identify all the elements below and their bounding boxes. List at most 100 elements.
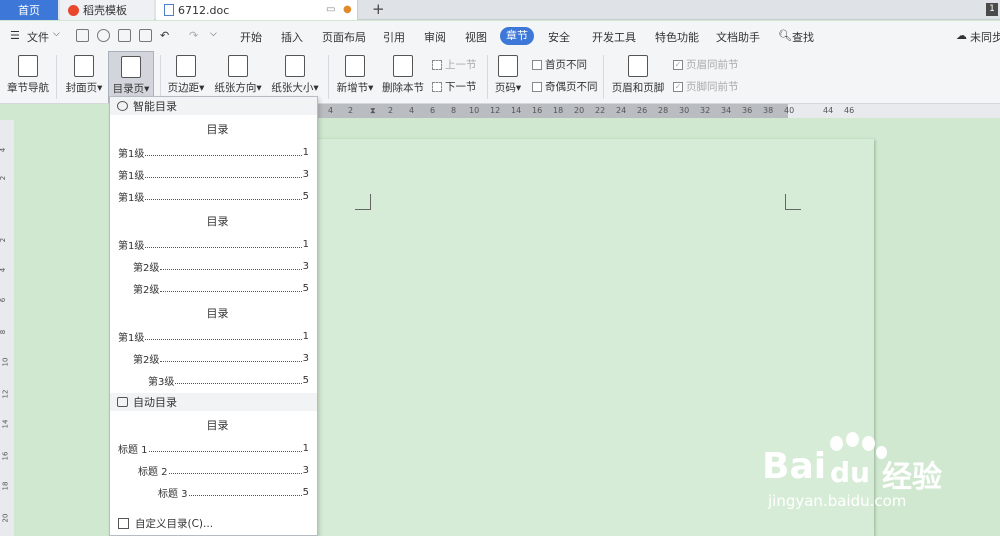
menu-insert[interactable]: 插入 [281, 29, 303, 45]
cover-page-button[interactable]: 封面页▾ [63, 51, 105, 103]
ruler-tick: 34 [721, 106, 732, 115]
chapter-nav-button[interactable]: 章节导航 [6, 51, 50, 103]
first-page-diff-checkbox[interactable]: 首页不同 [532, 57, 587, 72]
toc-entry: 第1级 5 [118, 185, 317, 207]
menu-view[interactable]: 视图 [465, 29, 487, 45]
menu-features[interactable]: 特色功能 [655, 29, 699, 45]
footer-same-prev-checkbox[interactable]: ✓ 页脚同前节 [673, 79, 739, 94]
ruler-tick: 14 [511, 106, 522, 115]
menu-chapter[interactable]: 章节 [500, 27, 534, 45]
new-section-button[interactable]: 新增节▾ [334, 51, 376, 103]
page-number-label: 页码 [494, 82, 516, 94]
redo-icon[interactable]: ↷ [189, 29, 198, 42]
toc-entry-text: 标题 1 [118, 444, 148, 456]
menu-page-layout[interactable]: 页面布局 [322, 29, 366, 45]
menu-start[interactable]: 开始 [240, 29, 262, 45]
next-section-button[interactable]: 下一节 [432, 79, 477, 94]
ruler-tick: 44 [823, 106, 834, 115]
toc-entry: 标题 3 5 [118, 481, 317, 503]
auto-toc-option[interactable]: 目录 标题 1 1 标题 2 3 标题 3 5 [110, 417, 317, 503]
toc-entry-page: 1 [302, 442, 309, 454]
monitor-icon[interactable]: ▭ [326, 4, 335, 15]
delete-section-button[interactable]: 删除本节 [381, 51, 425, 103]
print-icon[interactable] [118, 29, 131, 42]
margin-label: 页边距 [167, 82, 200, 94]
cover-page-label: 封面页 [65, 82, 98, 94]
hamburger-icon[interactable]: ☰ [10, 29, 20, 42]
new-tab-button[interactable]: + [372, 0, 385, 19]
toc-style-option-3[interactable]: 目录 第1级 1 第2级 3 第3级 5 [110, 305, 317, 391]
checked-checkbox-icon: ✓ [673, 81, 683, 92]
vertical-ruler[interactable]: 4 2 2 4 6 8 10 12 14 16 18 20 [0, 120, 14, 536]
menu-review[interactable]: 审阅 [424, 29, 446, 45]
chevron-down-icon[interactable]: ⌵ [53, 29, 60, 39]
preview-icon[interactable] [139, 29, 152, 42]
paper-size-label: 纸张大小 [271, 82, 314, 94]
toc-leader [145, 176, 302, 178]
save-icon[interactable] [76, 29, 89, 42]
paper-size-icon [285, 55, 305, 77]
toc-leader [188, 494, 302, 496]
toc-entry-text: 第1级 [118, 240, 145, 252]
ruler-tick: 20 [574, 106, 585, 115]
ruler-tick: 16 [532, 106, 543, 115]
vruler-tick: 4 [0, 267, 8, 273]
header-same-prev-checkbox[interactable]: ✓ 页眉同前节 [673, 57, 739, 72]
toc-leader [160, 268, 302, 270]
menu-developer[interactable]: 开发工具 [592, 29, 636, 45]
prev-section-label: 上一节 [445, 59, 477, 71]
cloud-icon: ☁ [956, 29, 967, 42]
horizontal-ruler[interactable]: 4 2 ⧗ 2 4 6 8 10 12 14 16 18 20 22 24 26… [318, 104, 1000, 118]
tab-document[interactable]: 6712.doc ▭ ● [156, 0, 358, 20]
search-icon[interactable]: 🔍︎ [778, 29, 792, 42]
toc-title: 目录 [206, 307, 229, 320]
menu-security[interactable]: 安全 [548, 29, 570, 45]
ruler-tick: 8 [451, 106, 457, 115]
toc-entry-text: 第1级 [118, 332, 145, 344]
odd-even-diff-label: 奇偶页不同 [545, 81, 598, 93]
toc-entry: 标题 1 1 [118, 437, 317, 459]
odd-even-diff-checkbox[interactable]: 奇偶页不同 [532, 79, 598, 94]
custom-toc-button[interactable]: 自定义目录(C)... [110, 511, 317, 535]
toc-leader [145, 338, 302, 340]
prev-section-button[interactable]: 上一节 [432, 57, 477, 72]
header-footer-label: 页眉和页脚 [611, 82, 665, 94]
ruler-tick: 18 [553, 106, 564, 115]
tab-home[interactable]: 首页 [0, 0, 58, 20]
page-number-button[interactable]: 页码▾ [492, 51, 524, 103]
toc-entry-text: 第1级 [118, 148, 145, 160]
toc-style-option-2[interactable]: 目录 第1级 1 第2级 3 第2级 5 [110, 213, 317, 299]
margin-corner-marker [785, 194, 801, 210]
toc-leader [148, 450, 302, 452]
paw-logo-icon: du [830, 456, 870, 489]
header-footer-button[interactable]: 页眉和页脚 [610, 51, 666, 103]
ruler-tick: 38 [763, 106, 774, 115]
toc-style-option-1[interactable]: 目录 第1级 1 第1级 3 第1级 5 [110, 121, 317, 207]
menu-doc-assistant[interactable]: 文档助手 [716, 29, 760, 45]
tab-home-label: 首页 [18, 4, 40, 17]
sync-status[interactable]: 未同步 [970, 29, 1000, 45]
menu-file[interactable]: 文件 [27, 29, 49, 45]
undo-icon[interactable]: ↶ [160, 29, 169, 42]
toc-entry-page: 3 [302, 352, 309, 364]
next-section-label: 下一节 [445, 81, 477, 93]
search-label[interactable]: 查找 [792, 29, 814, 45]
ribbon-divider [603, 55, 604, 99]
ruler-indent-marker[interactable]: ⧗ [370, 106, 376, 116]
toc-entry-text: 标题 3 [158, 488, 188, 500]
ruler-tick: 2 [348, 106, 354, 115]
first-page-diff-label: 首页不同 [545, 59, 587, 71]
document-icon [164, 4, 174, 16]
tab-template[interactable]: 稻壳模板 [60, 0, 154, 20]
ribbon-divider [328, 55, 329, 99]
orientation-label: 纸张方向 [214, 82, 257, 94]
export-icon[interactable] [97, 29, 110, 42]
toc-leader [160, 360, 302, 362]
menu-references[interactable]: 引用 [383, 29, 405, 45]
page-number-icon [498, 55, 518, 77]
delete-section-icon [393, 55, 413, 77]
toc-entry-page: 5 [302, 190, 309, 202]
quick-access-dropdown-icon[interactable]: ⌵ [210, 29, 217, 39]
toc-entry-page: 1 [302, 238, 309, 250]
toc-leader [145, 154, 302, 156]
